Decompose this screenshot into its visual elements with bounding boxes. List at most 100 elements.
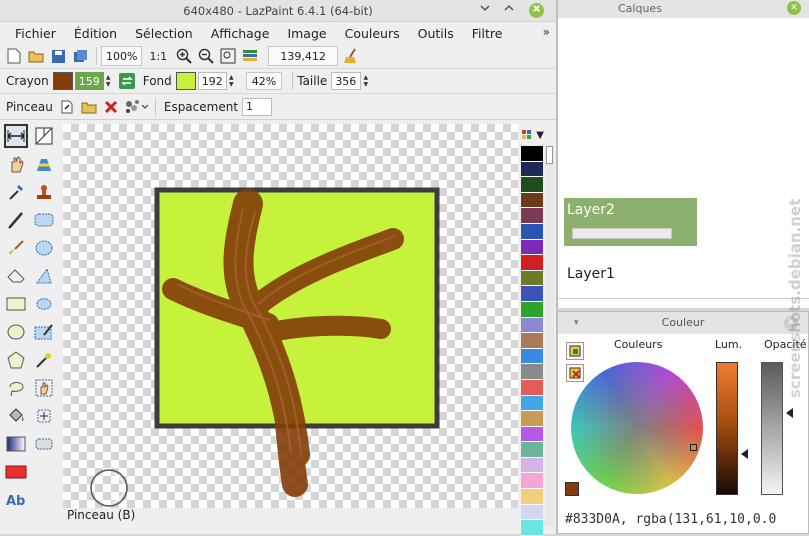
palette-swatch[interactable] bbox=[521, 192, 543, 209]
current-color-swatch[interactable] bbox=[565, 482, 579, 496]
size-field[interactable]: 356 bbox=[331, 72, 362, 90]
rectangle-tool-icon[interactable] bbox=[4, 292, 28, 316]
bg-color-swatch[interactable] bbox=[175, 72, 196, 90]
luminance-handle[interactable] bbox=[741, 449, 748, 459]
palette-swatch[interactable] bbox=[521, 442, 543, 458]
ellipse-select-tool-icon[interactable] bbox=[32, 236, 56, 260]
save-icon[interactable] bbox=[48, 46, 68, 66]
menu-outils[interactable]: Outils bbox=[409, 26, 463, 41]
layers-scrollbar[interactable] bbox=[558, 298, 809, 308]
polygon-select-tool-icon[interactable] bbox=[32, 264, 56, 288]
new-file-icon[interactable] bbox=[4, 46, 24, 66]
menu-image[interactable]: Image bbox=[278, 26, 335, 41]
palette-swatch[interactable] bbox=[521, 161, 543, 178]
zoom-fit-icon[interactable] bbox=[218, 46, 238, 66]
text-tool-icon[interactable]: Ab bbox=[4, 488, 28, 512]
menu-affichage[interactable]: Affichage bbox=[202, 26, 279, 41]
deform-grid-tool-icon[interactable] bbox=[32, 124, 56, 148]
pen-tool-icon[interactable] bbox=[4, 208, 28, 232]
palette-swatch[interactable] bbox=[521, 489, 543, 505]
palette-swatch[interactable] bbox=[521, 286, 543, 302]
palette-swatch[interactable] bbox=[521, 317, 543, 334]
layer-item[interactable]: Layer1 bbox=[567, 266, 615, 282]
palette-swatch[interactable] bbox=[521, 364, 543, 380]
palette-grid-icon[interactable] bbox=[522, 130, 532, 140]
palette-swatch[interactable] bbox=[521, 146, 543, 162]
wheel-selector[interactable] bbox=[690, 444, 697, 451]
layers-stack-icon[interactable] bbox=[240, 46, 260, 66]
opacity-handle[interactable] bbox=[786, 408, 793, 418]
palette-swatch[interactable] bbox=[521, 426, 543, 443]
palette-swatch[interactable] bbox=[521, 301, 543, 318]
layer-item-selected[interactable]: Layer2 bbox=[564, 198, 697, 246]
broom-icon[interactable] bbox=[341, 46, 361, 66]
menu-fichier[interactable]: Fichier bbox=[6, 26, 65, 41]
palette-swatch[interactable] bbox=[521, 473, 543, 490]
palette-swatch[interactable] bbox=[521, 208, 543, 224]
move-selection-tool-icon[interactable] bbox=[32, 376, 56, 400]
palette-swatch[interactable] bbox=[521, 411, 543, 427]
palette-swatch[interactable] bbox=[521, 395, 543, 412]
ellipse-tool-icon[interactable] bbox=[4, 320, 28, 344]
opacity-field[interactable]: 42% bbox=[245, 72, 283, 90]
fill-bucket-tool-icon[interactable] bbox=[4, 404, 28, 428]
select-pen-tool-icon[interactable] bbox=[32, 320, 56, 344]
chevron-down-icon[interactable]: ▾ bbox=[574, 312, 579, 334]
pen-alpha-stepper[interactable]: ▲ ▼ bbox=[104, 72, 113, 90]
minimize-button[interactable] bbox=[477, 3, 492, 18]
color-picker-tool-icon[interactable] bbox=[4, 180, 28, 204]
palette-swatch[interactable] bbox=[521, 333, 543, 349]
menu-overflow-button[interactable]: » bbox=[543, 25, 550, 39]
open-folder-icon[interactable] bbox=[26, 46, 46, 66]
palette-menu-arrow-icon[interactable]: ▼ bbox=[536, 130, 544, 141]
opacity-slider[interactable] bbox=[761, 362, 783, 495]
text-box-tool-icon[interactable] bbox=[4, 460, 28, 484]
luminance-slider[interactable] bbox=[716, 362, 738, 495]
color-wheel[interactable] bbox=[571, 362, 703, 494]
palette-swatch[interactable] bbox=[521, 255, 543, 271]
palette-swatch[interactable] bbox=[521, 504, 543, 521]
palette-scroll-thumb[interactable] bbox=[546, 146, 553, 164]
zoom-level[interactable]: 100% bbox=[101, 46, 143, 66]
magic-wand-tool-icon[interactable] bbox=[32, 348, 56, 372]
pen-alpha-field[interactable]: 159 bbox=[74, 72, 104, 90]
palette-swatch[interactable] bbox=[521, 457, 543, 474]
rounded-rect-tool-icon[interactable] bbox=[32, 208, 56, 232]
palette-header[interactable]: ▼ bbox=[520, 124, 546, 146]
move-view-tool-icon[interactable] bbox=[4, 124, 28, 148]
menu-couleurs[interactable]: Couleurs bbox=[336, 26, 409, 41]
polygon-tool-icon[interactable] bbox=[4, 348, 28, 372]
drawing-canvas[interactable] bbox=[63, 124, 518, 508]
bg-alpha-field[interactable]: 192 bbox=[197, 72, 227, 90]
lasso-tool-icon[interactable] bbox=[4, 376, 28, 400]
layer-opacity-bar[interactable] bbox=[572, 228, 672, 239]
pen-color-swatch[interactable] bbox=[52, 72, 73, 90]
magic-select-tool-icon[interactable] bbox=[32, 292, 56, 316]
open-brush-icon[interactable] bbox=[79, 97, 99, 117]
brush-texture-icon[interactable] bbox=[123, 97, 149, 117]
palette-swatch[interactable] bbox=[521, 379, 543, 396]
color-mode-icon[interactable] bbox=[566, 342, 584, 360]
zoom-in-icon[interactable] bbox=[174, 46, 194, 66]
delete-brush-icon[interactable] bbox=[101, 97, 121, 117]
palette-swatch[interactable] bbox=[521, 239, 543, 256]
brush-file-icon[interactable] bbox=[57, 97, 77, 117]
bg-alpha-stepper[interactable]: ▲ ▼ bbox=[227, 72, 236, 90]
menu-edition[interactable]: Édition bbox=[65, 26, 126, 41]
gradient-tool-icon[interactable] bbox=[4, 432, 28, 456]
eraser-tool-icon[interactable] bbox=[4, 264, 28, 288]
zoom-ratio-button[interactable]: 1:1 bbox=[145, 46, 171, 66]
palette-swatch[interactable] bbox=[521, 223, 543, 240]
checker-transform-tool-icon[interactable] bbox=[32, 152, 56, 176]
menu-filtre[interactable]: Filtre bbox=[463, 26, 512, 41]
save-as-icon[interactable] bbox=[70, 46, 90, 66]
rotate-selection-tool-icon[interactable] bbox=[32, 404, 56, 428]
color-value-text[interactable]: #833D0A, rgba(131,61,10,0.0 bbox=[565, 512, 776, 527]
swap-colors-icon[interactable] bbox=[117, 71, 137, 91]
zoom-out-icon[interactable] bbox=[196, 46, 216, 66]
deform-selection-tool-icon[interactable] bbox=[32, 432, 56, 456]
palette-swatch[interactable] bbox=[521, 348, 543, 365]
clone-stamp-tool-icon[interactable] bbox=[32, 180, 56, 204]
layers-close-button[interactable]: ✕ bbox=[787, 1, 801, 15]
palette-swatch[interactable] bbox=[521, 270, 543, 287]
